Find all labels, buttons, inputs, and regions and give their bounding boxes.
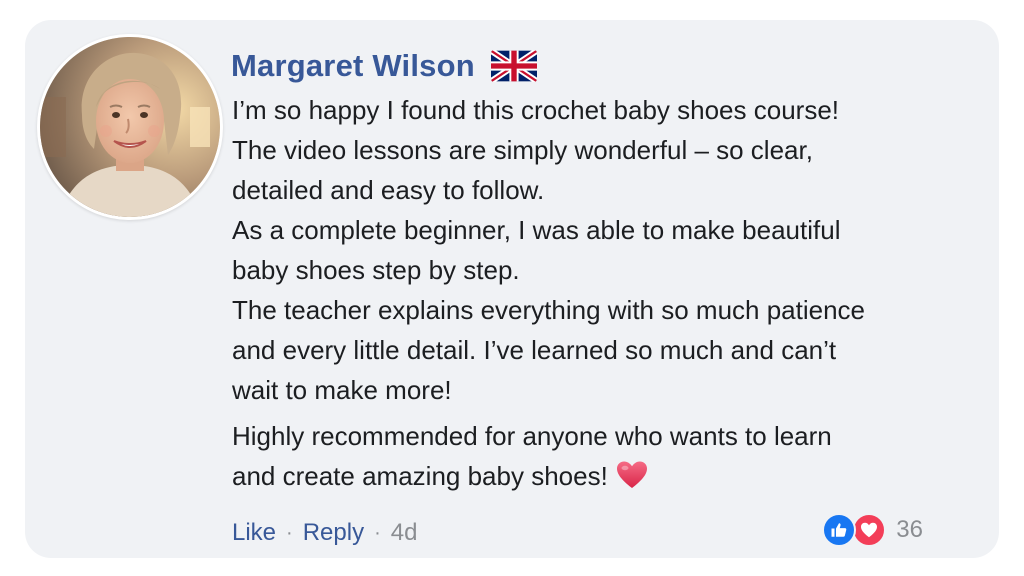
comment-card: Margaret Wilson I’m so happy I found thi… [25,20,999,558]
comment-body: I’m so happy I found this crochet baby s… [232,90,972,496]
comment-line: Highly recommended for anyone who wants … [232,421,832,451]
separator-dot: · [286,521,293,544]
comment-line: I’m so happy I found this crochet baby s… [232,95,840,125]
reactions-summary[interactable]: 36 [822,512,923,548]
comment-line: baby shoes step by step. [232,255,520,285]
separator-dot: · [374,521,381,544]
love-icon [852,513,887,547]
like-link[interactable]: Like [232,519,276,547]
comment-line-text: and create amazing baby shoes! [232,461,608,491]
reaction-count: 36 [896,516,923,543]
avatar[interactable] [37,34,223,220]
author-name[interactable]: Margaret Wilson [231,48,475,84]
comment-line: wait to make more! [232,375,452,405]
thumbs-up-icon [831,523,847,537]
heart-icon [861,522,878,538]
reply-link[interactable]: Reply [303,519,364,547]
avatar-portrait-icon [40,37,220,217]
comment-line: As a complete beginner, I was able to ma… [232,215,841,245]
comment-timestamp[interactable]: 4d [391,519,418,547]
comment-line: detailed and easy to follow. [232,175,545,205]
like-icon [822,513,857,547]
author-row: Margaret Wilson [231,44,537,88]
comment-line: The teacher explains everything with so … [232,295,866,325]
comment-actions: Like · Reply · 4d [232,516,417,550]
uk-flag-icon [490,50,537,82]
heart-emoji-icon [616,461,647,488]
comment-line: and every little detail. I’ve learned so… [232,335,837,365]
comment-line: The video lessons are simply wonderful –… [232,135,813,165]
comment-line-last: and create amazing baby shoes! [232,456,972,496]
